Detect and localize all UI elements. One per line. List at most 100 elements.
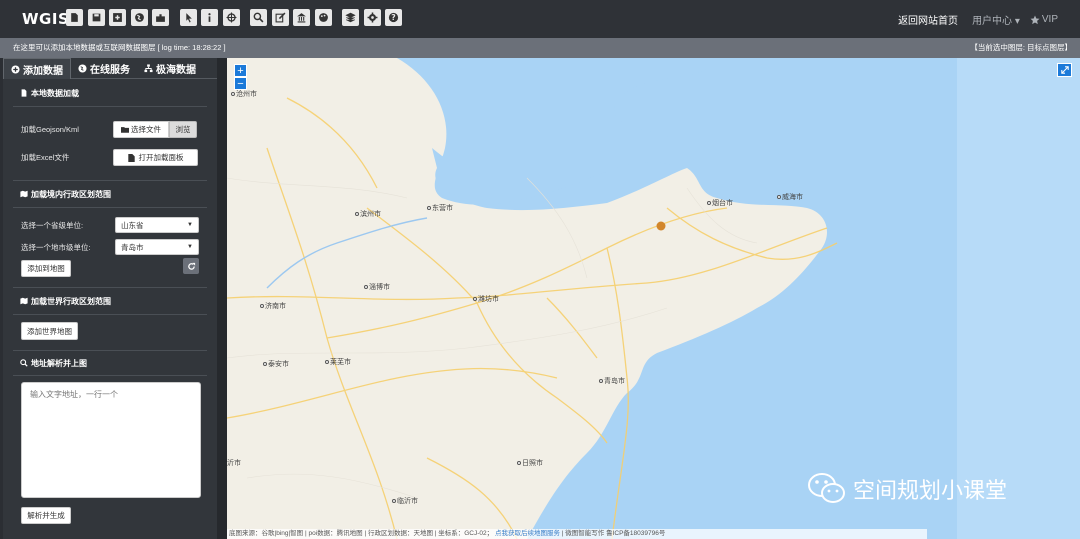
star-icon	[1030, 15, 1040, 24]
add-to-map-button[interactable]: 添加到地图	[21, 260, 71, 277]
zoom-out-button[interactable]: −	[234, 77, 247, 90]
tab-add-data[interactable]: 添加数据	[3, 58, 71, 79]
file-icon	[127, 153, 135, 162]
bank-icon[interactable]	[293, 9, 310, 26]
sitemap-icon	[144, 64, 153, 73]
palette-icon[interactable]	[314, 9, 332, 26]
world-title-label: 加载世界行政区划范围	[31, 296, 111, 306]
status-message: 在这里可以添加本地数据或互联网数据图层 [ log time: 18:28:22…	[13, 43, 226, 52]
address-input[interactable]	[21, 382, 201, 498]
zoom-icon[interactable]	[250, 9, 267, 26]
puzzle-icon[interactable]	[152, 9, 169, 26]
svg-text:?: ?	[391, 13, 395, 22]
city-label: 沧州市	[231, 89, 257, 99]
city-label: 济南市	[260, 301, 286, 311]
city-label: 威海市	[777, 192, 803, 202]
search-icon	[20, 359, 28, 367]
divider	[13, 106, 207, 107]
caret-down-icon: ▼	[187, 222, 193, 228]
tab-jihai-data[interactable]: 极海数据	[137, 58, 203, 79]
local-data-title: 本地数据加载	[3, 80, 217, 106]
edit-icon[interactable]	[271, 9, 289, 26]
city-value: 青岛市	[121, 242, 144, 252]
geocode-button[interactable]: 解析并生成	[21, 507, 71, 524]
browse-button[interactable]: 浏览	[169, 121, 197, 138]
crosshair-icon[interactable]	[222, 9, 240, 26]
map-basemap	[227, 58, 1080, 539]
city-name: 东营市	[432, 205, 453, 212]
zoom-control: + −	[234, 64, 247, 90]
toolbar: ?	[66, 9, 407, 26]
vip-link[interactable]: VIP	[1030, 14, 1058, 25]
wechat-icon	[808, 473, 845, 503]
city-label: 莱芜市	[325, 357, 351, 367]
province-select[interactable]: 山东省 ▼	[115, 217, 199, 233]
map-icon	[20, 190, 28, 198]
divider	[13, 207, 207, 208]
top-bar: WGIS ? 返回网站首页 用户中心 ▾ VIP	[0, 0, 1080, 38]
info-icon[interactable]	[201, 9, 218, 26]
city-select[interactable]: 青岛市 ▼	[115, 239, 199, 255]
save-icon[interactable]	[87, 9, 105, 26]
city-name: 沂市	[227, 460, 241, 467]
watermark: 空间规划小课堂	[807, 472, 1007, 506]
pointer-icon[interactable]	[179, 9, 197, 26]
world-title: 加载世界行政区划范围	[3, 288, 217, 314]
help-icon[interactable]: ?	[385, 9, 402, 26]
open-panel-button[interactable]: 打开加载面板	[113, 149, 198, 166]
attribution-link[interactable]: 点我获取后续地图服务	[495, 530, 560, 537]
plus-square-icon[interactable]	[109, 9, 126, 26]
city-name: 泰安市	[268, 361, 289, 368]
city-label: 烟台市	[707, 198, 733, 208]
city-name: 潍坊市	[478, 296, 499, 303]
map-attribution: 底图来源：谷歌|bing|智图 | poi数据：腾讯地图 | 行政区划数据：天地…	[227, 529, 927, 539]
city-label: 潍坊市	[473, 294, 499, 304]
watermark-text: 空间规划小课堂	[853, 478, 1008, 503]
province-label: 选择一个省级单位:	[21, 220, 84, 230]
app-logo[interactable]: WGIS	[22, 10, 69, 28]
attribution-tail: | 微图智能写作 鲁ICP备18039796号	[561, 530, 666, 537]
local-data-title-label: 本地数据加载	[31, 88, 79, 98]
globe-icon[interactable]	[130, 9, 148, 26]
choose-file-button[interactable]: 选择文件	[113, 121, 169, 138]
tab-jihai-data-label: 极海数据	[156, 65, 196, 76]
vip-label: VIP	[1041, 14, 1058, 25]
excel-label: 加载Excel文件	[21, 153, 70, 162]
zoom-in-button[interactable]: +	[234, 64, 247, 77]
refresh-button[interactable]	[183, 258, 199, 274]
geocode-title: 地址解析并上图	[3, 351, 217, 375]
city-name: 威海市	[782, 194, 803, 201]
city-name: 沧州市	[236, 91, 257, 98]
fullscreen-button[interactable]	[1057, 63, 1072, 77]
city-name: 济南市	[265, 303, 286, 310]
geojson-label: 加载Geojson/Kml	[21, 125, 79, 134]
tab-online-services[interactable]: 在线服务	[71, 58, 137, 79]
refresh-icon	[187, 262, 195, 270]
file-icon[interactable]	[66, 9, 83, 26]
status-bar: 在这里可以添加本地数据或互联网数据图层 [ log time: 18:28:22…	[0, 38, 1080, 58]
city-name: 淄博市	[369, 284, 390, 291]
open-panel-label: 打开加载面板	[138, 153, 184, 162]
target-point-marker[interactable]	[656, 221, 666, 231]
city-name: 临沂市	[397, 498, 418, 505]
home-link[interactable]: 返回网站首页	[898, 12, 958, 27]
layers-icon[interactable]	[342, 9, 359, 26]
city-label: 青岛市	[599, 376, 625, 386]
add-world-map-button[interactable]: 添加世界地图	[21, 322, 78, 340]
caret-down-icon: ▼	[187, 244, 193, 250]
user-center-menu[interactable]: 用户中心 ▾	[972, 12, 1020, 27]
city-name: 日照市	[522, 460, 543, 467]
map-view[interactable]: 沧州市 滨州市 东营市 烟台市 威海市 淄博市 济南市 潍坊市 泰安市 莱芜市 …	[227, 58, 1080, 539]
current-layer-status: 【当前选中图层: 目标点图层】	[970, 43, 1072, 52]
gear-icon[interactable]	[363, 9, 381, 26]
expand-icon	[1060, 66, 1069, 74]
city-label: 选择一个地市级单位:	[21, 242, 91, 252]
province-value: 山东省	[121, 220, 144, 230]
sidebar-tabs: 添加数据 在线服务 极海数据	[3, 58, 217, 79]
folder-icon	[121, 127, 129, 133]
city-label: 沂市	[227, 458, 241, 468]
province-row: 选择一个省级单位: 山东省 ▼	[3, 217, 217, 233]
sidebar-scrollbar[interactable]	[217, 58, 227, 539]
sidebar: 添加数据 在线服务 极海数据 本地数据加载 加载Geojson/Kml 选择文件…	[3, 58, 217, 539]
world-row: 添加世界地图	[3, 322, 217, 340]
